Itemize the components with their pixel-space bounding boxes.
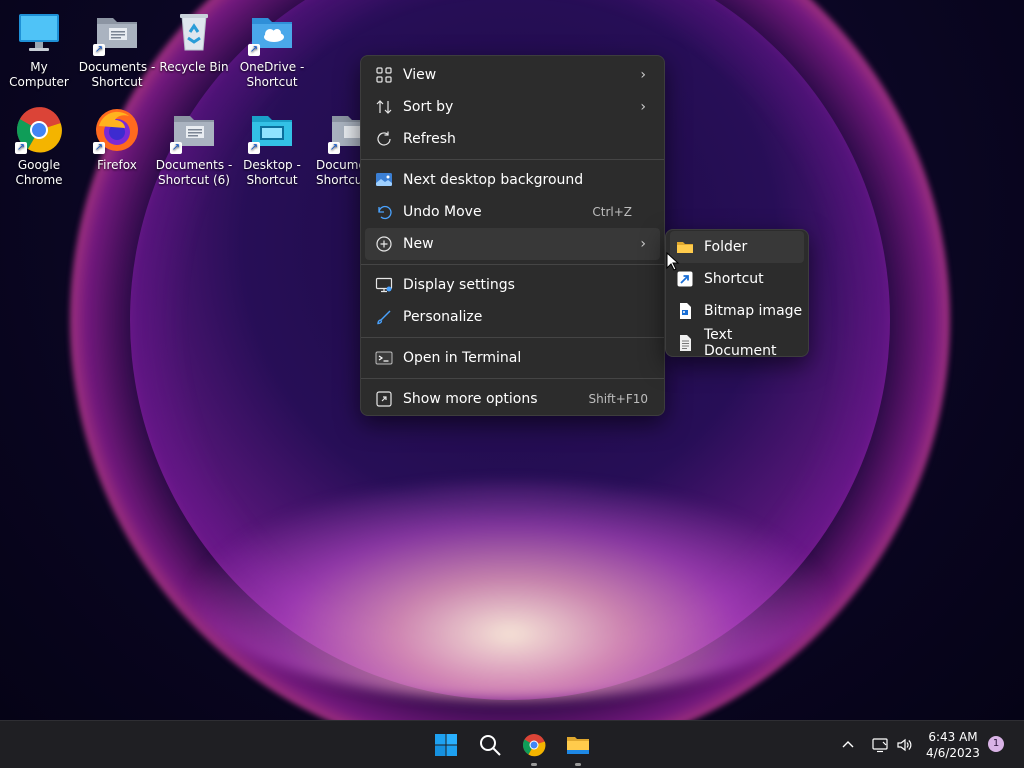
- running-indicator: [575, 763, 581, 766]
- folder-documents-icon: ↗: [328, 106, 360, 154]
- menu-item-next-desktop-background[interactable]: Next desktop background: [365, 164, 660, 196]
- desktop-icon-google-chrome[interactable]: ↗ Google Chrome: [0, 106, 78, 188]
- shortcut-arrow-icon: ↗: [93, 44, 105, 56]
- menu-item-display-settings[interactable]: Display settings: [365, 269, 660, 301]
- desktop-icon-label: OneDrive - Shortcut: [239, 60, 305, 89]
- chevron-up-icon: [842, 741, 854, 748]
- show-hidden-icons-button[interactable]: [840, 721, 856, 768]
- submenu-item-label: Bitmap image: [704, 303, 803, 319]
- taskbar-file-explorer-button[interactable]: [562, 729, 594, 766]
- shortcut-arrow-icon: ↗: [93, 142, 105, 154]
- clock-date: 4/6/2023: [926, 746, 980, 760]
- chevron-right-icon: ›: [640, 236, 646, 252]
- desktop-icon-onedrive-shortcut[interactable]: ↗ OneDrive - Shortcut: [233, 8, 311, 90]
- volume-button[interactable]: [896, 721, 912, 768]
- menu-item-undo-move[interactable]: Undo Move Ctrl+Z: [365, 196, 660, 228]
- network-button[interactable]: [872, 721, 888, 768]
- personalize-brush-icon: [375, 308, 393, 326]
- new-plus-icon: [375, 235, 393, 253]
- folder-documents-icon: ↗: [170, 106, 218, 154]
- menu-item-refresh[interactable]: Refresh: [365, 123, 660, 155]
- shortcut-text: Shift+F10: [588, 392, 648, 406]
- taskbar-chrome-button[interactable]: [518, 729, 550, 766]
- desktop-icon-label: Documents - Shortcut: [78, 60, 156, 89]
- desktop-icon-documents-shortcut-6[interactable]: ↗ Documents - Shortcut (6): [155, 106, 233, 188]
- next-background-icon: [375, 171, 393, 189]
- shortcut-arrow-icon: ↗: [248, 44, 260, 56]
- onedrive-folder-icon: ↗: [248, 8, 296, 56]
- submenu-item-bitmap-image[interactable]: Bitmap image: [670, 295, 804, 327]
- submenu-item-shortcut[interactable]: Shortcut: [670, 263, 804, 295]
- desktop-icon-label: Documents - Shortcut (6): [155, 158, 233, 187]
- sort-icon: [375, 98, 393, 116]
- desktop-icon-label: My Computer: [9, 60, 69, 89]
- submenu-item-text-document[interactable]: Text Document: [670, 327, 804, 359]
- shortcut-arrow-icon: ↗: [328, 142, 340, 154]
- menu-separator: [361, 337, 664, 338]
- desktop-icon-label: Google Chrome: [15, 158, 63, 187]
- start-icon: [435, 734, 457, 756]
- undo-icon: [375, 203, 393, 221]
- shortcut-icon: [676, 270, 694, 288]
- desktop-icon-documents-shortcut[interactable]: ↗ Documents - Shortcut: [78, 8, 156, 90]
- shortcut-text: Ctrl+Z: [592, 205, 632, 219]
- chrome-icon: ↗: [15, 106, 63, 154]
- more-options-icon: [375, 390, 393, 408]
- desktop-icon-label: Recycle Bin: [159, 60, 229, 74]
- text-document-icon: [676, 334, 694, 352]
- chevron-right-icon: ›: [640, 99, 646, 115]
- submenu-item-label: Folder: [704, 239, 748, 255]
- submenu-item-folder[interactable]: Folder: [670, 231, 804, 263]
- running-indicator: [531, 763, 537, 766]
- new-submenu: Folder Shortcut Bitmap image Text Docume…: [665, 229, 809, 359]
- bitmap-image-icon: [676, 302, 694, 320]
- taskbar-search-button[interactable]: [474, 729, 506, 761]
- menu-item-open-in-terminal[interactable]: Open in Terminal: [365, 342, 660, 374]
- desktop-context-menu: View › Sort by › Refresh Next desktop ba…: [360, 55, 665, 416]
- refresh-icon: [375, 130, 393, 148]
- folder-documents-icon: ↗: [93, 8, 141, 56]
- monitor-icon: [15, 8, 63, 56]
- shortcut-arrow-icon: ↗: [248, 142, 260, 154]
- terminal-icon: [375, 349, 393, 367]
- desktop-icon-label: Docume Shortcu: [316, 158, 360, 187]
- display-settings-icon: [375, 276, 393, 294]
- notification-badge[interactable]: 1: [988, 736, 1004, 752]
- menu-item-new[interactable]: New ›: [365, 228, 660, 260]
- taskbar-clock[interactable]: 6:43 AM 4/6/2023: [920, 729, 986, 761]
- desktop-icon-documents-shortcut-partial[interactable]: ↗ Docume Shortcu: [300, 106, 360, 188]
- submenu-item-label: Shortcut: [704, 271, 764, 287]
- clock-time: 6:43 AM: [928, 730, 978, 744]
- chrome-icon: [522, 734, 546, 757]
- network-icon: [872, 738, 888, 753]
- menu-separator: [361, 264, 664, 265]
- desktop-icon-label: Firefox: [97, 158, 137, 172]
- desktop-folder-icon: ↗: [248, 106, 296, 154]
- search-icon: [480, 735, 501, 756]
- menu-item-show-more-options[interactable]: Show more options Shift+F10: [365, 383, 660, 415]
- menu-separator: [361, 378, 664, 379]
- mouse-cursor-icon: [666, 251, 680, 272]
- shortcut-arrow-icon: ↗: [170, 142, 182, 154]
- file-explorer-icon: [567, 737, 589, 754]
- desktop-icon-recycle-bin[interactable]: Recycle Bin: [155, 8, 233, 75]
- desktop-icon-firefox[interactable]: ↗ Firefox: [78, 106, 156, 173]
- start-button[interactable]: [430, 729, 462, 761]
- wallpaper-bloom-highlight: [190, 480, 830, 700]
- taskbar: 6:43 AM 4/6/2023: [0, 720, 1024, 768]
- shortcut-arrow-icon: ↗: [15, 142, 27, 154]
- volume-icon: [897, 738, 912, 752]
- menu-item-view[interactable]: View ›: [365, 59, 660, 91]
- firefox-icon: ↗: [93, 106, 141, 154]
- view-grid-icon: [375, 66, 393, 84]
- menu-separator: [361, 159, 664, 160]
- chevron-right-icon: ›: [640, 67, 646, 83]
- desktop-icon-my-computer[interactable]: My Computer: [0, 8, 78, 90]
- recycle-bin-icon: [170, 8, 218, 56]
- menu-item-sort-by[interactable]: Sort by ›: [365, 91, 660, 123]
- submenu-item-label: Text Document: [704, 327, 777, 359]
- menu-item-personalize[interactable]: Personalize: [365, 301, 660, 333]
